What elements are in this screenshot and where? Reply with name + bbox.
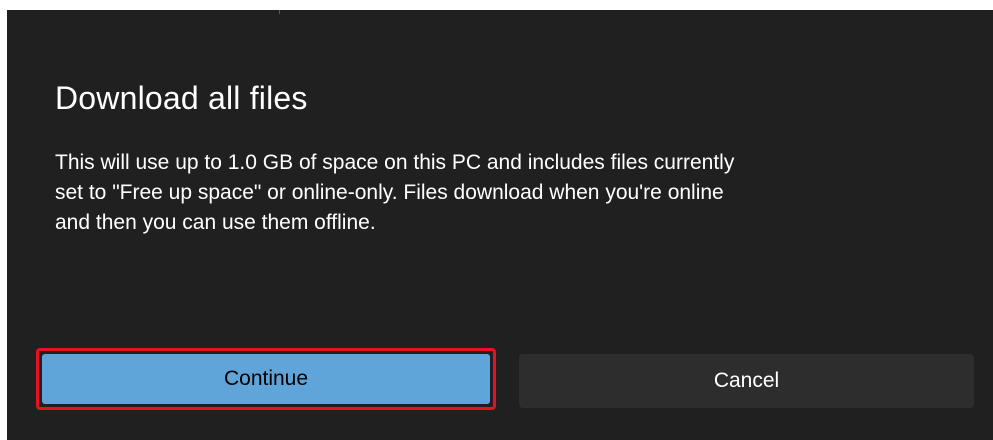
dialog-message-line: and then you can use them offline. [55,211,376,234]
dialog-message-line: This will use up to 1.0 GB of space on t… [55,151,735,174]
download-all-files-dialog: Download all files This will use up to 1… [7,10,993,440]
dialog-message-line: set to "Free up space" or online-only. F… [55,181,724,204]
continue-button-label: Continue [42,354,490,404]
dialog-title: Download all files [55,80,308,116]
cancel-button[interactable]: Cancel [519,354,974,408]
dialog-message: This will use up to 1.0 GB of space on t… [55,148,975,238]
divider [279,10,280,14]
continue-button[interactable]: Continue [36,348,496,410]
